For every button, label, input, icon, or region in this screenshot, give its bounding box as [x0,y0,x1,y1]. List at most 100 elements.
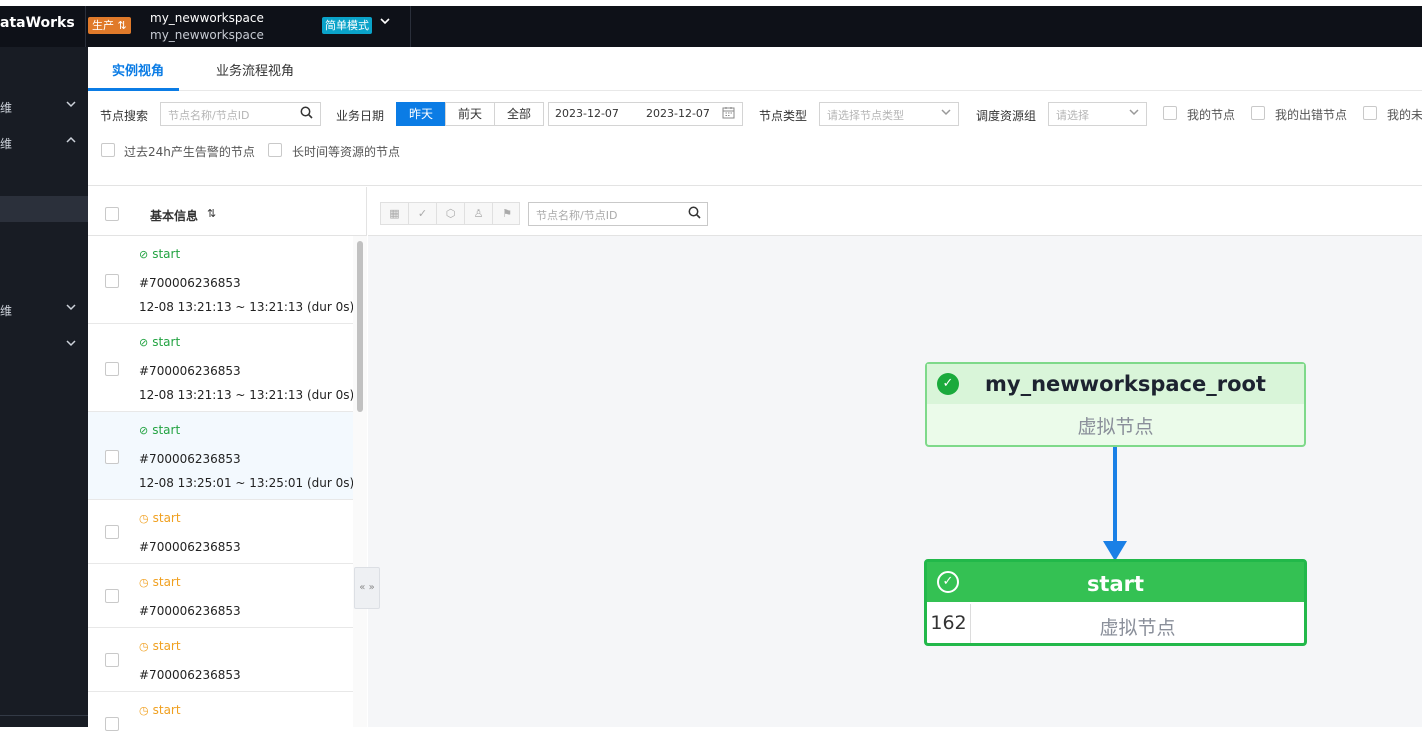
sidebar-item-2[interactable]: 维 [0,133,88,153]
sidebar-item-label: 维 [0,137,13,151]
view-tabs: 实例视角 业务流程视角 [88,47,1422,91]
row-checkbox[interactable] [105,525,119,539]
my-nodes-checkbox[interactable] [1163,106,1177,120]
my-error-nodes-checkbox[interactable] [1251,106,1265,120]
list-item[interactable]: ⊘ start #700006236853 12-08 13:25:01 ~ 13… [88,412,355,500]
instance-time: 12-08 13:21:13 ~ 13:21:13 (dur 0s) [139,300,355,314]
row-checkbox[interactable] [105,450,119,464]
canvas-search-placeholder: 节点名称/节点ID [536,209,618,222]
panel-collapse-handle[interactable]: « » [354,567,380,609]
my-error-nodes-label: 我的出错节点 [1275,108,1348,122]
instance-status: ⊘ start [139,335,180,349]
list-item[interactable]: ⊘ start #700006236853 12-08 13:21:13 ~ 13… [88,236,355,324]
canvas-node-search-input[interactable]: 节点名称/节点ID [528,202,708,226]
instance-id: #700006236853 [139,540,241,554]
node-type-label: 节点类型 [759,109,808,123]
my-unfinished-nodes-label: 我的未 [1387,108,1422,122]
left-sidebar: 维 维 维 [0,47,88,727]
tab-instance-view[interactable]: 实例视角 [112,60,164,79]
instance-name: start [152,639,181,653]
alert-24h-checkbox[interactable] [101,143,115,157]
sidebar-item-active[interactable] [0,196,88,222]
search-icon[interactable] [300,106,313,122]
node-type-select[interactable]: 请选择节点类型 [819,102,959,126]
instance-id: #700006236853 [139,452,241,466]
sidebar-item-3[interactable]: 维 [0,300,88,320]
select-all-checkbox[interactable] [105,207,119,221]
date-end-value: 2023-12-07 [646,107,710,120]
row-checkbox[interactable] [105,653,119,667]
list-item[interactable]: ◷ start #700006236853 [88,564,353,628]
search-icon[interactable] [688,206,701,222]
sidebar-item-4[interactable] [0,336,88,356]
instance-status: ⊘ start [139,247,180,261]
sidebar-item-1[interactable]: 维 [0,97,88,117]
date-range-picker[interactable]: 2023-12-07 2023-12-07 [548,102,743,126]
chevron-down-icon[interactable] [380,16,390,29]
check-circle-icon: ⊘ [139,424,149,437]
check-circle-icon: ⊘ [139,336,149,349]
dag-canvas[interactable]: ▦ ✓ ⬡ ♙ ⚑ 节点名称/节点ID ✓ my_newworkspace_ro… [368,187,1422,727]
resource-group-placeholder: 请选择 [1056,109,1089,122]
node-search-input[interactable]: 节点名称/节点ID [160,102,321,126]
canvas-toolbar: ▦ ✓ ⬡ ♙ ⚑ 节点名称/节点ID [368,187,1422,236]
sort-icon[interactable]: ⇅ [207,207,216,220]
date-all-button[interactable]: 全部 [494,102,544,126]
date-day-before-button[interactable]: 前天 [445,102,495,126]
canvas-tool-group: ▦ ✓ ⬡ ♙ ⚑ [380,202,520,225]
list-item[interactable]: ◷ start #700006236853 [88,500,353,564]
row-checkbox[interactable] [105,717,119,731]
instance-time: 12-08 13:25:01 ~ 13:25:01 (dur 0s) [139,476,355,490]
flag-icon[interactable]: ⚑ [493,203,521,224]
instance-status: ◷ start [139,639,181,653]
mode-badge[interactable]: 简单模式 [322,17,372,34]
list-item[interactable]: ◷ start #700006236853 [88,628,353,692]
list-item[interactable]: ⊘ start #700006236853 12-08 13:21:13 ~ 13… [88,324,354,412]
row-checkbox[interactable] [105,589,119,603]
instance-name: start [152,703,181,717]
list-item[interactable]: ◷ start [88,692,353,731]
resource-group-select[interactable]: 请选择 [1048,102,1147,126]
product-logo[interactable]: ataWorks [0,15,75,31]
arrow-down-icon [1103,541,1127,561]
instance-list-panel: 基本信息 ⇅ ⊘ start #700006236853 12-08 13:21:… [88,187,367,731]
top-bar: ataWorks 生产 ⇅ my_newworkspace my_newwork… [0,0,1422,47]
basic-info-header: 基本信息 [150,209,199,223]
node-name: start [1086,572,1145,596]
list-scrollbar-thumb[interactable] [357,241,363,412]
cube-icon[interactable]: ⬡ [437,203,465,224]
instance-status: ◷ start [139,703,181,717]
check-icon[interactable]: ✓ [409,203,437,224]
filter-bar: 节点搜索 节点名称/节点ID 业务日期 昨天 前天 全部 2023-12-07 … [88,91,1422,186]
check-circle-icon: ⊘ [139,248,149,261]
row-checkbox[interactable] [105,274,119,288]
dag-node-start[interactable]: ✓ start 162 虚拟节点 [924,559,1307,646]
tab-workflow-view[interactable]: 业务流程视角 [216,60,294,79]
grid-icon[interactable]: ▦ [381,203,409,224]
environment-switch-badge[interactable]: 生产 ⇅ [88,17,131,34]
window-top-edge [0,0,1422,6]
long-wait-resource-checkbox[interactable] [268,143,282,157]
instance-id: #700006236853 [139,604,241,618]
workspace-name[interactable]: my_newworkspace [150,11,264,25]
calendar-icon[interactable] [722,106,735,122]
resource-group-label: 调度资源组 [976,109,1037,123]
node-type-placeholder: 请选择节点类型 [827,109,904,122]
divider [85,6,86,47]
instance-name: start [152,247,181,261]
divider [0,715,88,716]
instance-name: start [152,575,181,589]
sidebar-item-label: 维 [0,101,13,115]
dag-node-root[interactable]: ✓ my_newworkspace_root 虚拟节点 [925,362,1306,447]
date-yesterday-button[interactable]: 昨天 [396,102,446,126]
user-icon[interactable]: ♙ [465,203,493,224]
my-unfinished-nodes-checkbox[interactable] [1363,106,1377,120]
chevron-up-icon [66,135,76,148]
long-wait-resource-label: 长时间等资源的节点 [292,145,401,159]
row-checkbox[interactable] [105,362,119,376]
instance-name: start [152,423,181,437]
instance-id: #700006236853 [139,276,241,290]
instance-name: start [152,511,181,525]
instance-id: #700006236853 [139,668,241,682]
divider [410,6,411,47]
